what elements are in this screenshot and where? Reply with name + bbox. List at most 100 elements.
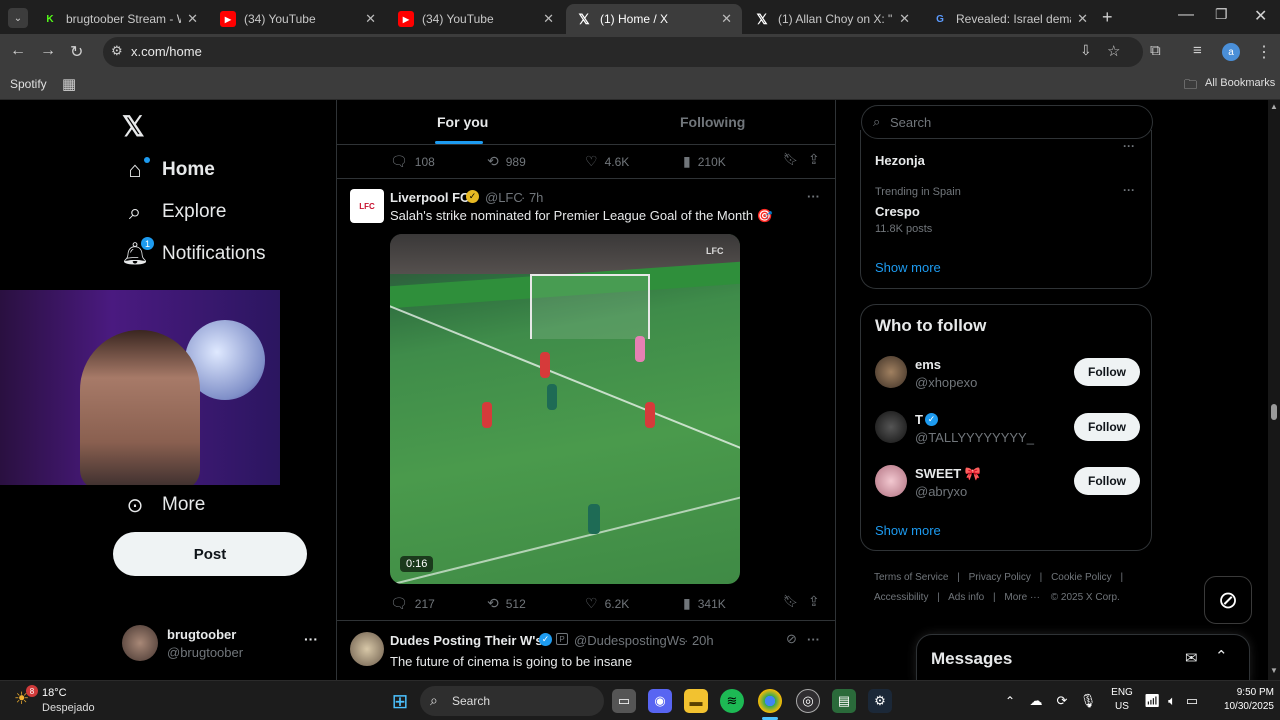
sidebar-item-home[interactable]: ⌂ Home [122, 157, 215, 183]
tweet-author[interactable]: Liverpool FC [390, 190, 469, 205]
scroll-down-icon[interactable]: ▼ [1270, 666, 1278, 675]
sidebar-item-notifications[interactable]: 🔔︎ 1 Notifications [121, 237, 266, 267]
follow-suggestion[interactable]: ems @xhopexo Follow [861, 350, 1151, 400]
show-more-link[interactable]: Show more [875, 523, 941, 538]
accessibility-link[interactable]: Accessibility [874, 592, 928, 603]
address-bar[interactable]: ⚙ x.com/home ⇩ ☆ [103, 37, 1143, 67]
reply-action[interactable]: 🗨︎ 217 [390, 595, 435, 612]
tab-youtube-1[interactable]: ▶ (34) YouTube ✕ [210, 4, 386, 34]
onedrive-icon[interactable]: ☁ [1024, 689, 1048, 713]
scroll-up-icon[interactable]: ▲ [1270, 102, 1278, 111]
microphone-icon[interactable]: 🎙︎ [1076, 689, 1100, 713]
show-more-link[interactable]: Show more [875, 260, 941, 275]
follow-suggestion[interactable]: T ✓ @TALLYYYYYYYY_ Follow [861, 405, 1151, 455]
close-tab-icon[interactable]: ✕ [187, 11, 198, 27]
like-action[interactable]: ♡ 6.2K [585, 595, 629, 612]
tab-for-you[interactable]: For you [437, 114, 488, 130]
profile-avatar[interactable]: a [1222, 43, 1240, 61]
forward-icon[interactable]: → [40, 42, 56, 60]
share-icon[interactable]: ⇪ [808, 151, 820, 168]
trend-more-icon[interactable]: ··· [1123, 139, 1135, 153]
sidebar-item-explore[interactable]: ⌕ Explore [122, 199, 227, 225]
bookmark-star-icon[interactable]: ☆ [1107, 42, 1120, 60]
weather-widget[interactable]: ☀ 8 18°C Despejado [10, 685, 120, 717]
follow-suggestion[interactable]: SWEET 🎀 @abryxo Follow [861, 459, 1151, 509]
reload-icon[interactable]: ↻ [70, 42, 83, 62]
grok-icon[interactable]: ⊘ [786, 631, 797, 647]
sync-icon[interactable]: ⟳ [1050, 689, 1074, 713]
minimize-icon[interactable]: — [1178, 6, 1194, 24]
app-icon[interactable]: ▤ [832, 689, 856, 713]
tweet-more-icon[interactable]: ··· [807, 632, 820, 647]
messages-drawer[interactable]: Messages ✉ ⌃ [916, 634, 1250, 680]
discord-icon[interactable]: ◉ [648, 689, 672, 713]
media-controls-icon[interactable]: ≡ [1193, 42, 1202, 59]
close-tab-icon[interactable]: ✕ [365, 11, 376, 27]
reply-action[interactable]: 🗨︎ 108 [390, 153, 435, 170]
battery-icon[interactable]: ▭ [1180, 689, 1204, 713]
close-tab-icon[interactable]: ✕ [899, 11, 910, 27]
cookie-link[interactable]: Cookie Policy [1051, 572, 1112, 583]
chrome-icon[interactable] [758, 689, 782, 713]
expand-messages-icon[interactable]: ⌃ [1215, 647, 1228, 665]
scrollbar-thumb[interactable] [1271, 404, 1277, 420]
steam-icon[interactable]: ⚙ [868, 689, 892, 713]
close-tab-icon[interactable]: ✕ [1077, 11, 1088, 27]
sidebar-item-more[interactable]: ⊙ More [122, 492, 206, 518]
privacy-link[interactable]: Privacy Policy [969, 572, 1031, 583]
retweet-action[interactable]: ⟲ 989 [487, 153, 526, 170]
ads-info-link[interactable]: Ads info [948, 592, 984, 603]
trend-item[interactable]: Hezonja ··· [875, 139, 1139, 176]
views-action[interactable]: ▮ 210K [683, 153, 726, 170]
account-switcher[interactable]: brugtoober @brugtoober ··· [122, 623, 322, 667]
x-logo-icon[interactable]: 𝕏 [122, 110, 145, 143]
all-bookmarks-link[interactable]: All Bookmarks [1205, 77, 1275, 89]
close-tab-icon[interactable]: ✕ [721, 11, 732, 27]
taskbar-search[interactable]: ⌕ Search [420, 686, 604, 716]
trend-item[interactable]: Trending in Spain Crespo 11.8K posts ··· [875, 183, 1139, 238]
tweet-author[interactable]: Dudes Posting Their W's [390, 633, 543, 648]
bookmark-icon[interactable]: 🔖︎ [783, 152, 798, 166]
obs-icon[interactable]: ◎ [796, 689, 820, 713]
more-link[interactable]: More ··· [1004, 592, 1040, 603]
terms-link[interactable]: Terms of Service [874, 572, 948, 583]
back-icon[interactable]: ← [10, 42, 26, 60]
new-tab-icon[interactable]: + [1102, 7, 1113, 28]
close-window-icon[interactable]: ✕ [1254, 6, 1267, 26]
language-indicator[interactable]: ENG US [1108, 686, 1136, 714]
tweet-lfc[interactable]: LFC Liverpool FC ✓ @LFC · 7h ··· Salah's… [337, 179, 835, 621]
extensions-icon[interactable]: ⧉ [1150, 42, 1161, 59]
browser-menu-icon[interactable]: ⋮ [1256, 42, 1272, 62]
follow-button[interactable]: Follow [1074, 467, 1140, 495]
tweet-more-icon[interactable]: ··· [807, 189, 820, 204]
site-info-icon[interactable]: ⚙ [111, 43, 123, 59]
chevron-up-icon[interactable]: ⌃ [998, 689, 1022, 713]
retweet-action[interactable]: ⟲ 512 [487, 595, 526, 612]
file-explorer-icon[interactable]: ▬ [684, 689, 708, 713]
follow-button[interactable]: Follow [1074, 413, 1140, 441]
tab-youtube-2[interactable]: ▶ (34) YouTube ✕ [388, 4, 564, 34]
tab-x-home[interactable]: 𝕏 (1) Home / X ✕ [566, 4, 742, 34]
tab-kick-stream[interactable]: K brugtoober Stream - Watc ✕ [32, 4, 208, 34]
tab-x-allan-choy[interactable]: 𝕏 (1) Allan Choy on X: "@Pira ✕ [744, 4, 920, 34]
clock[interactable]: 9:50 PM 10/30/2025 [1206, 686, 1274, 714]
windows-start-icon[interactable]: ⊞ [388, 689, 412, 713]
like-action[interactable]: ♡ 4.6K [585, 153, 629, 170]
close-tab-icon[interactable]: ✕ [543, 11, 554, 27]
trend-more-icon[interactable]: ··· [1123, 183, 1135, 197]
share-icon[interactable]: ⇪ [808, 593, 820, 610]
post-button[interactable]: Post [113, 532, 307, 576]
tweet-video[interactable]: LFC 0:16 [390, 234, 740, 584]
tweet-dudes-posting[interactable]: Dudes Posting Their W's ✓ P @Dudespostin… [337, 622, 835, 680]
new-message-icon[interactable]: ✉ [1185, 649, 1198, 667]
tab-following[interactable]: Following [680, 114, 745, 130]
tab-revealed-article[interactable]: G Revealed: Israel demanded ✕ [922, 4, 1098, 34]
bookmark-icon[interactable]: 🔖︎ [783, 594, 798, 608]
page-scrollbar[interactable]: ▲ ▼ [1268, 100, 1280, 680]
install-app-icon[interactable]: ⇩ [1080, 42, 1092, 59]
apps-grid-icon[interactable]: ▦ [62, 75, 76, 93]
maximize-icon[interactable]: ❐ [1215, 6, 1228, 23]
grok-button[interactable]: ⊘ [1204, 576, 1252, 624]
task-view-icon[interactable]: ▭ [612, 689, 636, 713]
bookmark-spotify[interactable]: Spotify [10, 77, 47, 91]
